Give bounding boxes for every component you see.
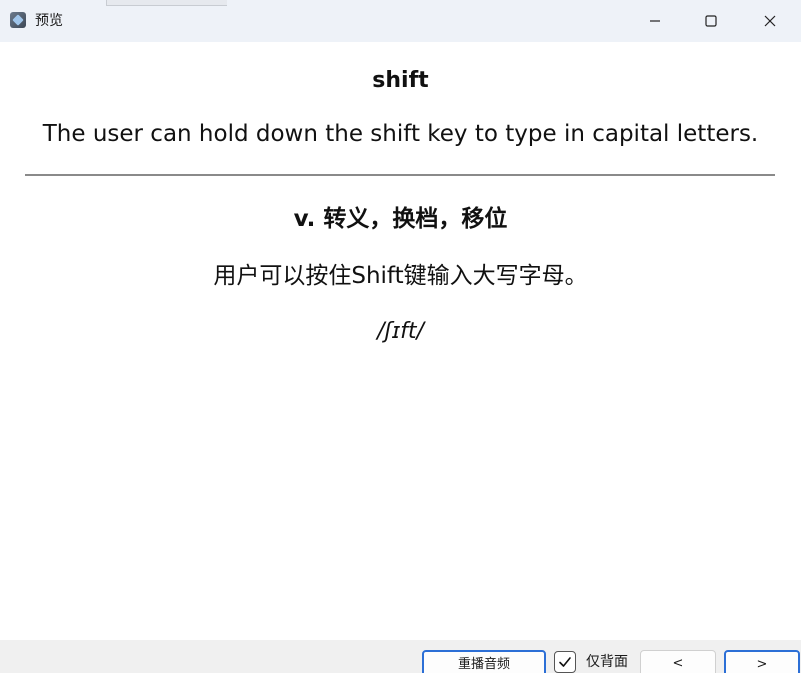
next-card-button[interactable]: > [724,650,800,673]
example-sentence-english: The user can hold down the shift key to … [42,121,759,147]
app-icon [10,12,26,28]
background-window-edge [106,0,227,6]
window-title: 预览 [35,13,63,29]
card-content: shift The user can hold down the shift k… [0,42,801,640]
previous-card-button[interactable]: < [640,650,716,673]
title-bar[interactable]: 预览 [0,0,801,42]
back-only-checkbox[interactable] [554,651,576,673]
minimize-icon [650,20,660,22]
preview-window: 预览 shift The user can hold down the shif… [0,0,801,673]
replay-audio-button[interactable]: 重播音频 [422,650,546,673]
maximize-button[interactable] [688,2,734,40]
answer-divider [25,174,775,176]
minimize-button[interactable] [632,2,678,40]
close-button[interactable] [747,2,793,40]
maximize-icon [705,15,717,27]
checkmark-icon [559,657,571,667]
card-definition: v. 转义，换档，移位 [293,206,508,232]
card-term: shift [372,68,429,93]
preview-controls: 重播音频 仅背面 < > [0,640,801,673]
card-phonetic: /ʃɪft/ [377,319,424,344]
back-only-label[interactable]: 仅背面 [586,652,628,672]
close-icon [764,15,776,27]
example-sentence-chinese: 用户可以按住Shift键输入大写字母。 [213,263,588,289]
